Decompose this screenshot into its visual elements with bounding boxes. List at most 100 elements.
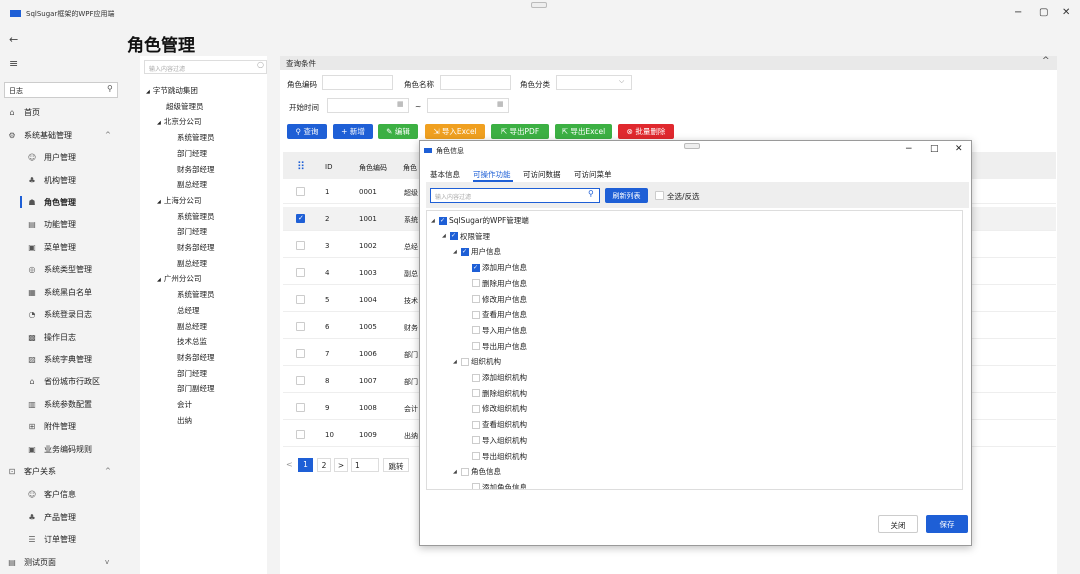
collapse-icon[interactable]: ^ <box>1042 56 1050 66</box>
expand-arrow-icon[interactable]: ◢ <box>453 359 461 365</box>
select-all-checkbox[interactable] <box>655 191 664 200</box>
row-checkbox[interactable] <box>296 268 305 277</box>
perm-checkbox[interactable] <box>472 326 480 335</box>
tree-node[interactable]: 部门经理 <box>177 368 207 379</box>
tree-node[interactable]: 财务部经理 <box>177 164 215 175</box>
perm-item[interactable]: ◢ 角色信息 <box>453 466 501 477</box>
tab-2[interactable]: 可访问数据 <box>523 169 561 180</box>
sidebar-item[interactable]: ▤ 测试页面 v <box>0 551 125 573</box>
search-icon[interactable]: ⚲ <box>107 84 113 93</box>
perm-checkbox[interactable] <box>461 247 469 256</box>
row-checkbox[interactable] <box>296 295 305 304</box>
perm-item[interactable]: 删除组织机构 <box>464 388 527 399</box>
tree-filter-input[interactable]: 输入内容过滤 <box>144 60 267 74</box>
perm-item[interactable]: ◢ SqlSugar的WPF管理端 <box>431 215 529 226</box>
tree-node[interactable]: 系统管理员 <box>177 211 215 222</box>
perm-checkbox[interactable] <box>461 467 469 476</box>
tree-node[interactable]: 会计 <box>177 399 192 410</box>
perm-item[interactable]: 添加用户信息 <box>464 262 527 273</box>
sidebar-item[interactable]: ☗ 角色管理 <box>0 191 125 213</box>
next-page-button[interactable]: > <box>334 458 348 472</box>
sidebar-search-input[interactable]: 日志 <box>4 82 118 98</box>
sidebar-item[interactable]: ▩ 操作日志 <box>0 326 125 348</box>
minimize-button[interactable]: − <box>1014 7 1022 18</box>
col-id[interactable]: ID <box>325 163 332 171</box>
sidebar-item[interactable]: ◎ 系统类型管理 <box>0 258 125 280</box>
jump-button[interactable]: 跳转 <box>383 458 409 472</box>
tree-node[interactable]: 超级管理员 <box>166 101 204 112</box>
tree-node[interactable]: ◢ 上海分公司 <box>157 195 201 206</box>
calendar-icon[interactable]: ▦ <box>497 100 504 108</box>
sidebar-item[interactable]: ⊞ 附件管理 <box>0 415 125 437</box>
sidebar-item[interactable]: ▣ 业务编码规则 <box>0 438 125 460</box>
row-checkbox[interactable] <box>296 241 305 250</box>
tree-node[interactable]: 副总经理 <box>177 321 207 332</box>
perm-item[interactable]: 导入用户信息 <box>464 325 527 336</box>
sidebar-item[interactable]: ⌂ 首页 <box>0 101 125 123</box>
expand-arrow-icon[interactable]: ◢ <box>442 233 450 239</box>
drag-handle[interactable] <box>531 2 547 8</box>
tree-node[interactable]: 财务部经理 <box>177 242 215 253</box>
role-code-input[interactable] <box>322 75 393 90</box>
page-2-button[interactable]: 2 <box>317 458 331 472</box>
expand-arrow-icon[interactable]: ◢ <box>431 218 439 224</box>
perm-checkbox[interactable] <box>472 483 480 489</box>
perm-item[interactable]: 导入组织机构 <box>464 435 527 446</box>
tree-node[interactable]: 出纳 <box>177 415 192 426</box>
row-checkbox[interactable] <box>296 214 305 223</box>
perm-filter-input[interactable]: 输入内容过滤 <box>430 188 600 203</box>
prev-page-button[interactable]: < <box>286 460 293 469</box>
row-checkbox[interactable] <box>296 322 305 331</box>
back-icon[interactable]: ← <box>9 33 18 46</box>
perm-checkbox[interactable] <box>472 279 480 288</box>
jump-page-input[interactable]: 1 <box>351 458 379 472</box>
perm-checkbox[interactable] <box>472 436 480 445</box>
menu-icon[interactable]: ≡ <box>9 57 18 70</box>
perm-item[interactable]: ◢ 权限管理 <box>442 231 490 242</box>
sidebar-item[interactable]: ▤ 功能管理 <box>0 213 125 235</box>
perm-item[interactable]: 添加组织机构 <box>464 372 527 383</box>
perm-item[interactable]: 修改组织机构 <box>464 403 527 414</box>
import-excel-button[interactable]: ⇲ 导入Excel <box>425 124 485 139</box>
perm-checkbox[interactable] <box>450 232 458 241</box>
tab-0[interactable]: 基本信息 <box>430 169 460 180</box>
sidebar-item[interactable]: ☺ 客户信息 <box>0 483 125 505</box>
dialog-drag-handle[interactable] <box>684 143 700 149</box>
perm-checkbox[interactable] <box>472 263 480 272</box>
batch-delete-button[interactable]: ⊗ 批量删除 <box>618 124 674 139</box>
tab-3[interactable]: 可访问菜单 <box>574 169 612 180</box>
tree-node[interactable]: ◢ 广州分公司 <box>157 273 201 284</box>
refresh-list-button[interactable]: 刷新列表 <box>605 188 648 203</box>
sidebar-item[interactable]: ☺ 用户管理 <box>0 146 125 168</box>
perm-item[interactable]: 添加角色信息 <box>464 482 527 489</box>
sidebar-item[interactable]: ♣ 产品管理 <box>0 506 125 528</box>
col-code[interactable]: 角色编码 <box>359 163 387 173</box>
perm-item[interactable]: 导出组织机构 <box>464 451 527 462</box>
col-name[interactable]: 角色 <box>403 163 417 173</box>
sidebar-item[interactable]: ⌂ 省份城市行政区 <box>0 370 125 392</box>
expand-arrow-icon[interactable]: ◢ <box>453 469 461 475</box>
perm-checkbox[interactable] <box>472 404 480 413</box>
row-checkbox[interactable] <box>296 376 305 385</box>
sidebar-item[interactable]: ☰ 订单管理 <box>0 528 125 550</box>
tree-node[interactable]: ◢ 字节跳动集团 <box>146 85 198 96</box>
row-checkbox[interactable] <box>296 403 305 412</box>
sidebar-item[interactable]: ▣ 菜单管理 <box>0 236 125 258</box>
search-icon[interactable]: ⚲ <box>588 189 594 198</box>
tab-1[interactable]: 可操作功能 <box>473 169 511 180</box>
sidebar-item[interactable]: ▥ 系统参数配置 <box>0 393 125 415</box>
query-header[interactable]: 查询条件 <box>280 56 1057 70</box>
sidebar-item[interactable]: ⚙ 系统基础管理 ^ <box>0 124 125 146</box>
grid-settings-icon[interactable]: ⠿ <box>297 160 305 173</box>
sidebar-item[interactable]: ♣ 机构管理 <box>0 169 125 191</box>
sidebar-item[interactable]: ▨ 系统字典管理 <box>0 348 125 370</box>
export-pdf-button[interactable]: ⇱ 导出PDF <box>491 124 549 139</box>
tree-node[interactable]: 总经理 <box>177 305 200 316</box>
close-button[interactable]: ✕ <box>1062 7 1070 18</box>
dialog-minimize-button[interactable]: − <box>905 144 913 154</box>
perm-checkbox[interactable] <box>472 342 480 351</box>
row-checkbox[interactable] <box>296 349 305 358</box>
expand-arrow-icon[interactable]: ◢ <box>157 199 161 205</box>
expand-arrow-icon[interactable]: ◢ <box>146 89 150 95</box>
sidebar-item[interactable]: ⊡ 客户关系 ^ <box>0 460 125 482</box>
